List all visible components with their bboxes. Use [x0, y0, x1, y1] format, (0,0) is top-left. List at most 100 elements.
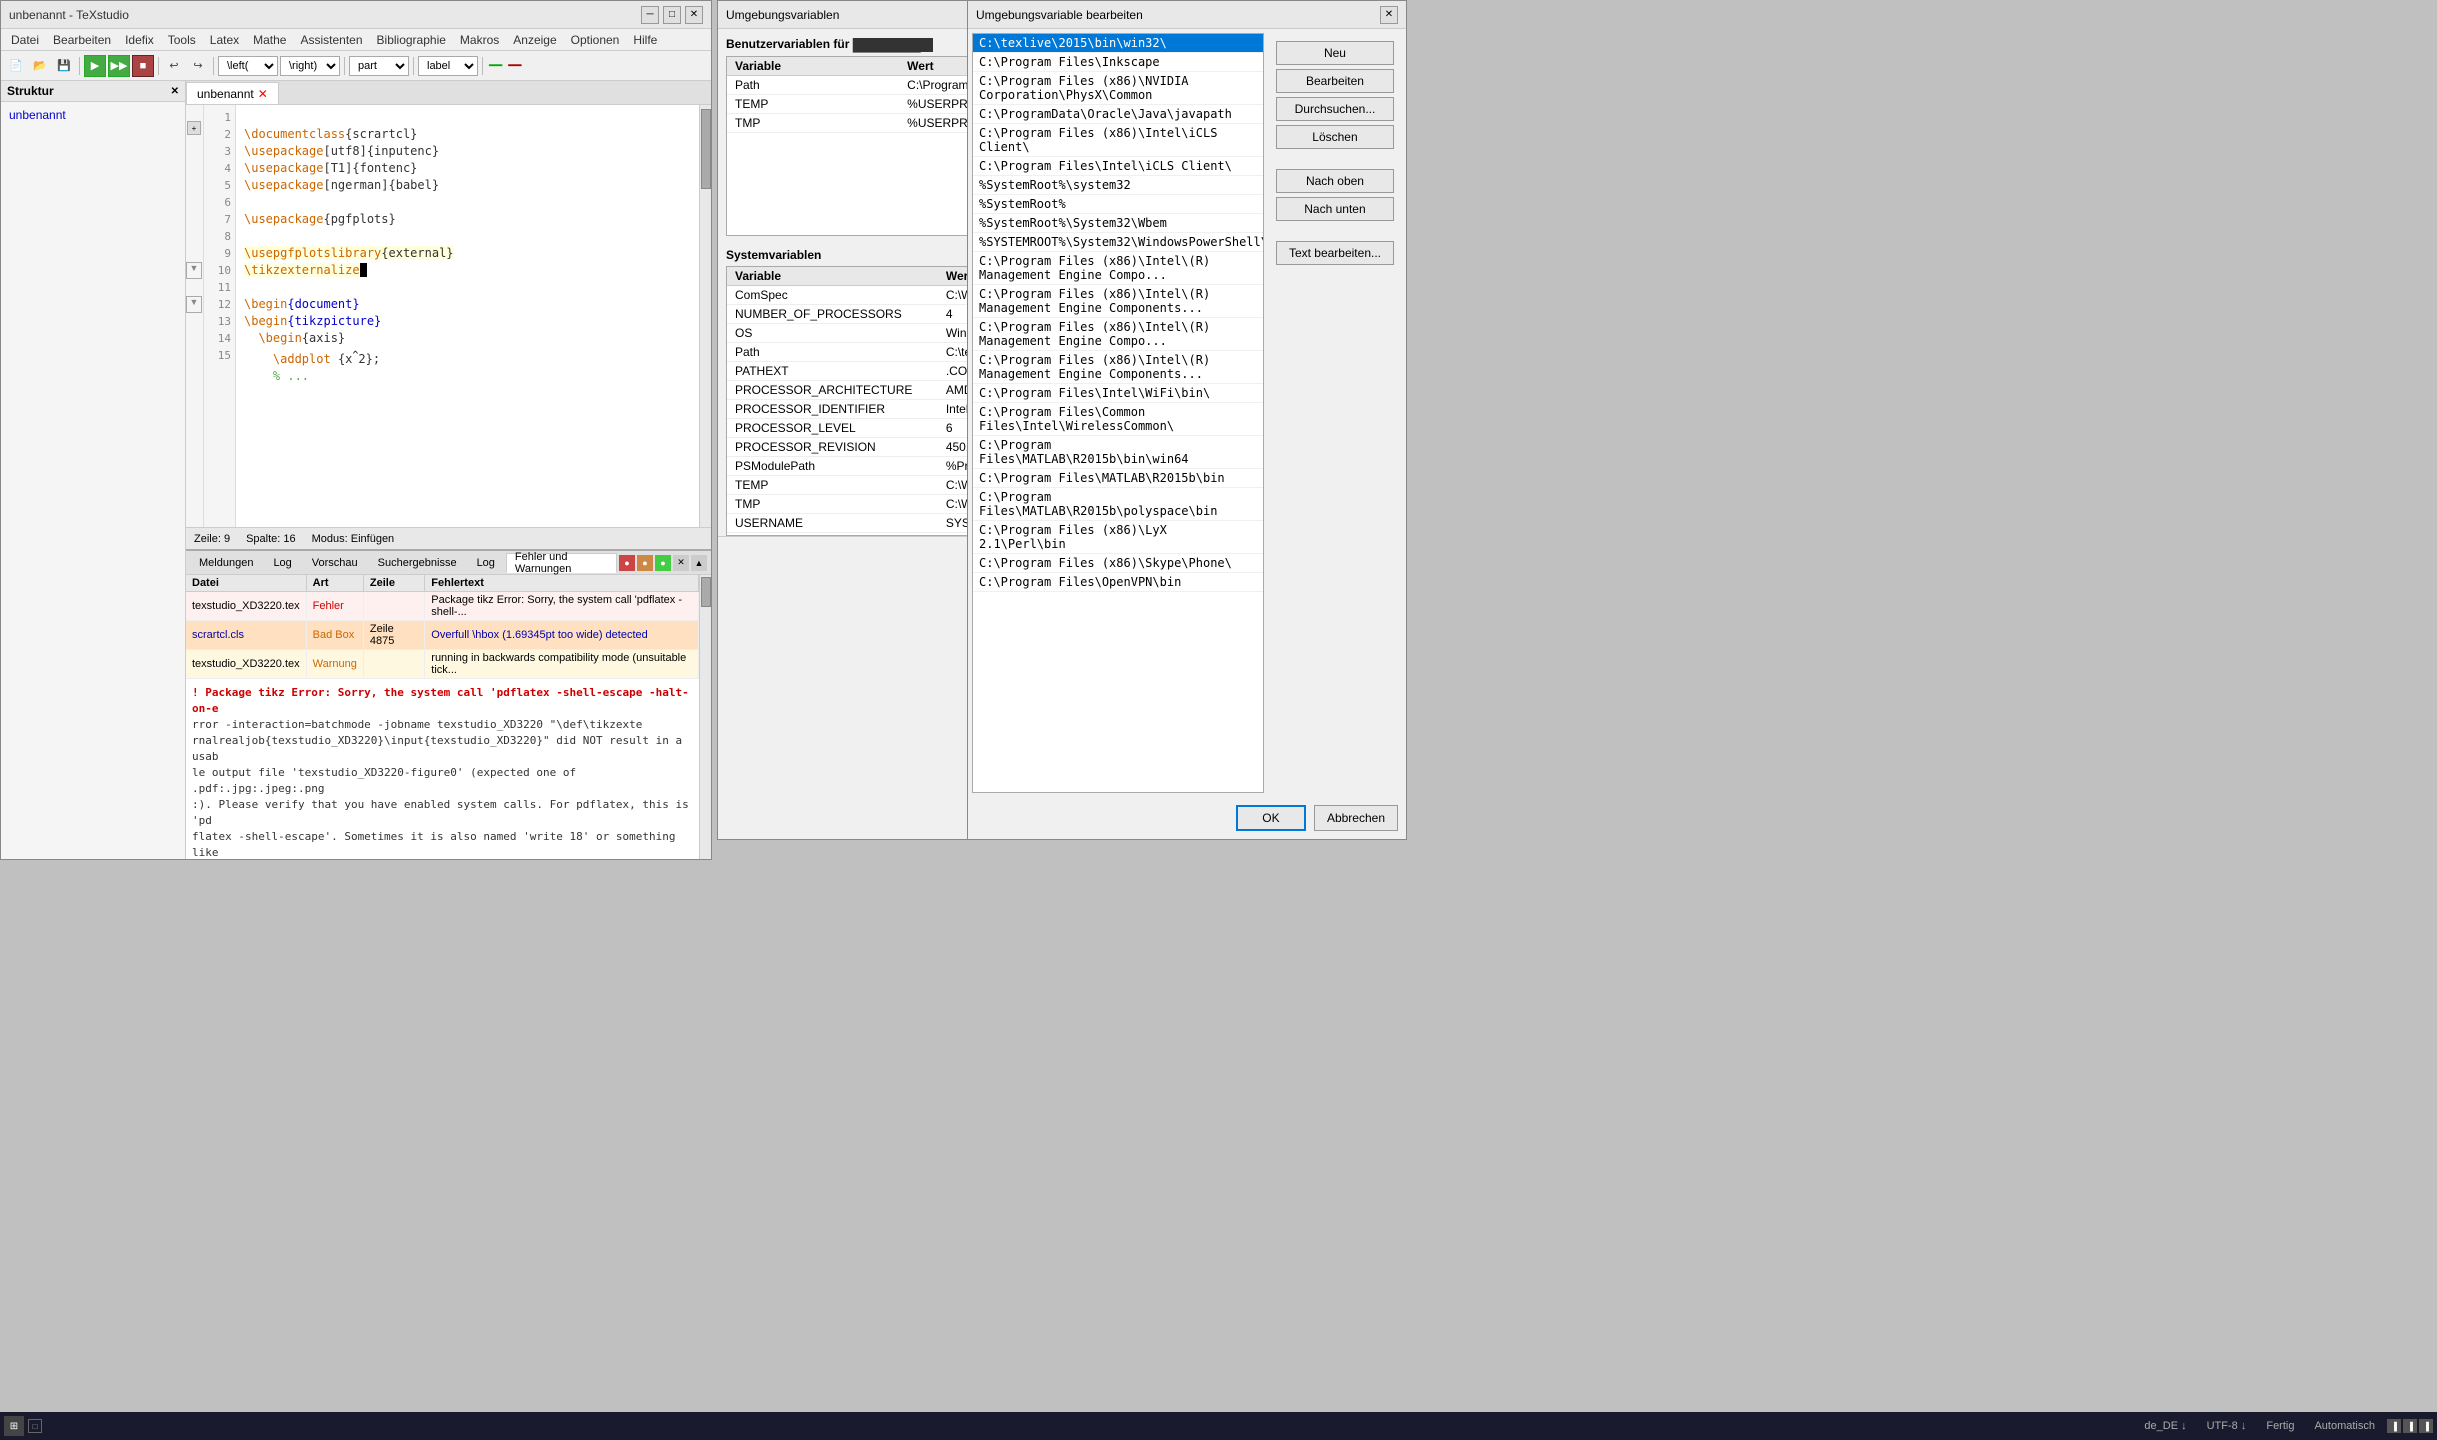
error-row-1[interactable]: scrartcl.cls Bad Box Zeile 4875 Overfull…: [186, 621, 699, 650]
undo-btn[interactable]: ↩: [163, 55, 185, 77]
edit-edit-btn[interactable]: Bearbeiten: [1276, 69, 1394, 93]
edit-env-controls: ✕: [1380, 6, 1398, 24]
path-item-20[interactable]: C:\Program Files (x86)\Skype\Phone\: [973, 554, 1263, 573]
col-datei: Datei: [186, 575, 306, 592]
label-combo[interactable]: label: [418, 56, 478, 76]
menu-anzeige[interactable]: Anzeige: [507, 31, 562, 49]
edit-env-title-bar: Umgebungsvariable bearbeiten ✕: [968, 1, 1406, 29]
path-item-13[interactable]: C:\Program Files (x86)\Intel\(R) Managem…: [973, 351, 1263, 384]
new-btn[interactable]: 📄: [5, 55, 27, 77]
menu-bearbeiten[interactable]: Bearbeiten: [47, 31, 117, 49]
editor-container[interactable]: ▼ ▼ 123456789101112131415 \documentclass…: [186, 105, 711, 527]
start-btn[interactable]: ⊞: [4, 1416, 24, 1436]
tab-fehler[interactable]: Fehler und Warnungen: [506, 553, 617, 573]
path-item-21[interactable]: C:\Program Files\OpenVPN\bin: [973, 573, 1263, 592]
path-item-11[interactable]: C:\Program Files (x86)\Intel\(R) Managem…: [973, 285, 1263, 318]
open-btn[interactable]: 📂: [29, 55, 51, 77]
edit-down-btn[interactable]: Nach unten: [1276, 197, 1394, 221]
compile2-btn[interactable]: ▶▶: [108, 55, 130, 77]
path-item-7[interactable]: %SystemRoot%: [973, 195, 1263, 214]
bottom-icons: ● ● ● ✕ ▲: [619, 555, 707, 571]
code-editor[interactable]: \documentclass{scrartcl} \usepackage[utf…: [236, 105, 699, 527]
path-item-9[interactable]: %SYSTEMROOT%\System32\WindowsPowerShell\…: [973, 233, 1263, 252]
compile-btn[interactable]: ▶: [84, 55, 106, 77]
menu-optionen[interactable]: Optionen: [565, 31, 626, 49]
right-combo[interactable]: \right): [280, 56, 340, 76]
edit-cancel-btn[interactable]: Abbrechen: [1314, 805, 1398, 831]
path-item-14[interactable]: C:\Program Files\Intel\WiFi\bin\: [973, 384, 1263, 403]
path-item-6[interactable]: %SystemRoot%\system32: [973, 176, 1263, 195]
menu-makros[interactable]: Makros: [454, 31, 505, 49]
show-desktop[interactable]: □: [28, 1419, 42, 1433]
path-item-2[interactable]: C:\Program Files (x86)\NVIDIA Corporatio…: [973, 72, 1263, 105]
status-spalte: Spalte: 16: [246, 533, 296, 545]
redo-btn[interactable]: ↪: [187, 55, 209, 77]
edit-path-list: C:\texlive\2015\bin\win32\C:\Program Fil…: [972, 33, 1264, 793]
close-button[interactable]: ✕: [685, 6, 703, 24]
error-row-0[interactable]: texstudio_XD3220.tex Fehler Package tikz…: [186, 592, 699, 621]
edit-text-btn[interactable]: Text bearbeiten...: [1276, 241, 1394, 265]
edit-env-action-buttons: Neu Bearbeiten Durchsuchen... Löschen Na…: [1268, 33, 1402, 793]
menu-assistenten[interactable]: Assistenten: [294, 31, 368, 49]
sep4: [344, 57, 345, 75]
menu-latex[interactable]: Latex: [204, 31, 245, 49]
edit-delete-btn[interactable]: Löschen: [1276, 125, 1394, 149]
scrollbar-thumb[interactable]: [701, 109, 711, 189]
sep2: [158, 57, 159, 75]
left-combo[interactable]: \left(: [218, 56, 278, 76]
path-item-19[interactable]: C:\Program Files (x86)\LyX 2.1\Perl\bin: [973, 521, 1263, 554]
editor-scrollbar[interactable]: [699, 105, 711, 527]
edit-up-btn[interactable]: Nach oben: [1276, 169, 1394, 193]
tab-modified: ✕: [258, 87, 268, 101]
menu-datei[interactable]: Datei: [5, 31, 45, 49]
bottom-tab-bar: Meldungen Log Vorschau Suchergebnisse Lo…: [186, 551, 711, 575]
tab-log[interactable]: Log: [264, 553, 300, 573]
path-item-4[interactable]: C:\Program Files (x86)\Intel\iCLS Client…: [973, 124, 1263, 157]
edit-new-btn[interactable]: Neu: [1276, 41, 1394, 65]
expand-bottom[interactable]: ▲: [691, 555, 707, 571]
error-row-2[interactable]: texstudio_XD3220.tex Warnung running in …: [186, 650, 699, 679]
status-indicator: ━━: [487, 59, 504, 72]
path-item-8[interactable]: %SystemRoot%\System32\Wbem: [973, 214, 1263, 233]
path-item-15[interactable]: C:\Program Files\Common Files\Intel\Wire…: [973, 403, 1263, 436]
path-item-12[interactable]: C:\Program Files (x86)\Intel\(R) Managem…: [973, 318, 1263, 351]
menu-idefix[interactable]: Idefix: [119, 31, 160, 49]
tab-suchergebnisse[interactable]: Suchergebnisse: [369, 553, 466, 573]
close-bottom[interactable]: ✕: [673, 555, 689, 571]
path-item-16[interactable]: C:\Program Files\MATLAB\R2015b\bin\win64: [973, 436, 1263, 469]
menu-mathe[interactable]: Mathe: [247, 31, 292, 49]
tab-log2[interactable]: Log: [468, 553, 504, 573]
save-btn[interactable]: 💾: [53, 55, 75, 77]
sidebar-item-unbenannt[interactable]: unbenannt: [5, 106, 181, 124]
menu-bibliographie[interactable]: Bibliographie: [371, 31, 452, 49]
maximize-button[interactable]: □: [663, 6, 681, 24]
path-item-5[interactable]: C:\Program Files\Intel\iCLS Client\: [973, 157, 1263, 176]
path-item-3[interactable]: C:\ProgramData\Oracle\Java\javapath: [973, 105, 1263, 124]
user-tmp-var: TMP: [727, 113, 899, 132]
taskbar-encoding: UTF-8 ↓: [2199, 1420, 2255, 1432]
sidebar-close[interactable]: ✕: [171, 86, 179, 97]
edit-env-close[interactable]: ✕: [1380, 6, 1398, 24]
edit-browse-btn[interactable]: Durchsuchen...: [1276, 97, 1394, 121]
line-numbers: 123456789101112131415: [204, 105, 236, 527]
part-combo[interactable]: part: [349, 56, 409, 76]
editor-tab-unbenannt[interactable]: unbenannt ✕: [186, 82, 279, 104]
minimize-button[interactable]: ─: [641, 6, 659, 24]
path-item-17[interactable]: C:\Program Files\MATLAB\R2015b\bin: [973, 469, 1263, 488]
fold-icon[interactable]: +: [187, 121, 201, 135]
tab-meldungen[interactable]: Meldungen: [190, 553, 262, 573]
menu-tools[interactable]: Tools: [162, 31, 202, 49]
bottom-scrollbar[interactable]: [699, 575, 711, 859]
path-item-1[interactable]: C:\Program Files\Inkscape: [973, 53, 1263, 72]
editor-tab-bar: unbenannt ✕: [186, 81, 711, 105]
path-item-18[interactable]: C:\Program Files\MATLAB\R2015b\polyspace…: [973, 488, 1263, 521]
path-item-10[interactable]: C:\Program Files (x86)\Intel\(R) Managem…: [973, 252, 1263, 285]
bottom-scrollbar-thumb[interactable]: [701, 577, 711, 607]
row1-line: Zeile 4875: [363, 621, 424, 650]
menu-hilfe[interactable]: Hilfe: [627, 31, 663, 49]
edit-ok-btn[interactable]: OK: [1236, 805, 1306, 831]
tab-vorschau[interactable]: Vorschau: [303, 553, 367, 573]
path-item-0[interactable]: C:\texlive\2015\bin\win32\: [973, 34, 1263, 53]
row0-text: Package tikz Error: Sorry, the system ca…: [425, 592, 699, 621]
stop-btn[interactable]: ■: [132, 55, 154, 77]
